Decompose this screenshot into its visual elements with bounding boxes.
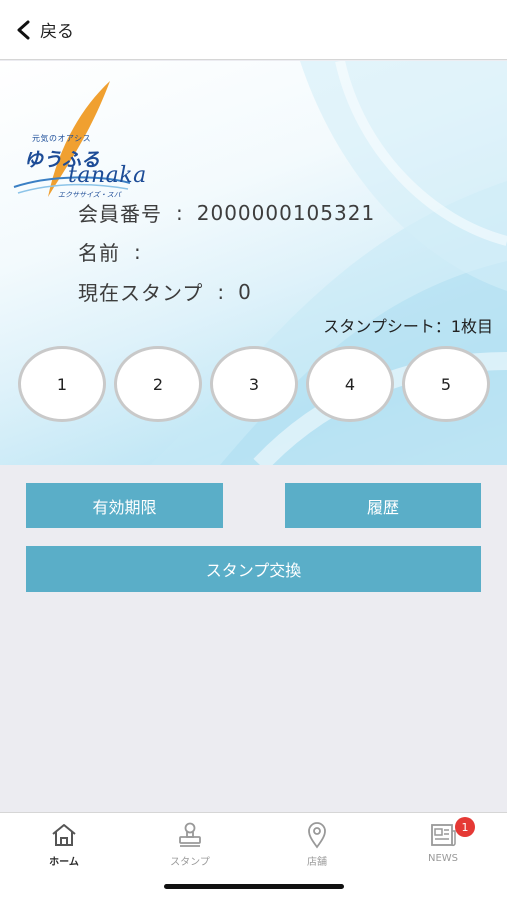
tab-home-label: ホーム <box>49 857 79 868</box>
stamp-slot: 4 <box>306 346 394 422</box>
stamp-sheet-label: スタンプシート：1枚目 <box>323 317 493 336</box>
tab-store-label: 店舗 <box>307 857 327 868</box>
member-number-row: 会員番号 : 2000000105321 <box>78 198 375 227</box>
stamp-icon <box>179 822 201 847</box>
stamp-slot: 1 <box>18 346 106 422</box>
tab-news-label: NEWS <box>427 853 459 864</box>
stamp-exchange-button[interactable]: スタンプ交換 <box>26 546 481 592</box>
member-name-row: 名前 : <box>78 237 155 266</box>
club-logo: 元気のオアシス ゆうふる tanaka エクササイズ・スパ <box>10 79 146 199</box>
logo-name-2: tanaka <box>68 163 147 188</box>
stamp-slot: 3 <box>210 346 298 422</box>
top-nav-bar: 戻る <box>0 0 507 60</box>
expiry-button[interactable]: 有効期限 <box>26 483 223 528</box>
home-indicator[interactable] <box>164 884 344 889</box>
member-name-label: 名前 <box>78 241 120 265</box>
location-pin-icon <box>308 822 326 849</box>
tab-home[interactable]: ホーム <box>24 821 104 871</box>
current-stamp-value: 0 <box>238 279 252 304</box>
stamp-slot: 5 <box>402 346 490 422</box>
home-icon <box>52 824 76 846</box>
current-stamp-label: 現在スタンプ <box>78 281 204 305</box>
colon: : <box>217 279 225 304</box>
tab-stamp-label: スタンプ <box>170 857 210 868</box>
member-number-label: 会員番号 <box>78 202 162 226</box>
colon: : <box>134 239 141 264</box>
colon: : <box>176 200 183 225</box>
tab-news[interactable]: NEWS 1 <box>403 817 483 871</box>
current-stamp-row: 現在スタンプ : 0 <box>78 277 252 306</box>
history-button[interactable]: 履歴 <box>285 483 481 528</box>
notification-badge: 1 <box>455 817 475 837</box>
back-label: 戻る <box>40 22 74 42</box>
member-number-value: 2000000105321 <box>196 200 376 225</box>
back-button[interactable]: 戻る <box>14 17 74 42</box>
newspaper-icon <box>431 824 456 847</box>
tab-stamp[interactable]: スタンプ <box>150 821 230 871</box>
chevron-left-icon <box>17 20 30 39</box>
tab-store[interactable]: 店舗 <box>277 821 357 871</box>
stamp-slot: 2 <box>114 346 202 422</box>
logo-tagline: 元気のオアシス <box>32 134 92 143</box>
